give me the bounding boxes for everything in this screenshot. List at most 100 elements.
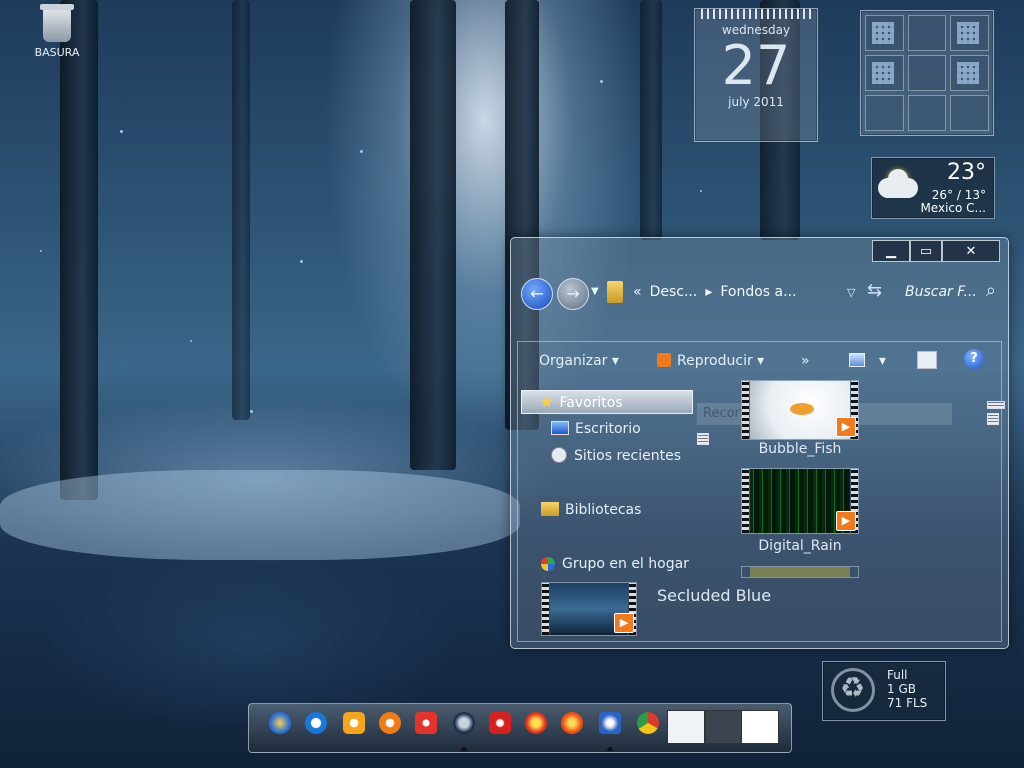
close-button[interactable]: ✕	[942, 240, 1000, 262]
scrollbar-thumb-icon[interactable]	[987, 413, 999, 425]
nav-label: Escritorio	[575, 421, 641, 437]
play-button[interactable]: Reproducir ▾	[657, 353, 764, 369]
grid-cell[interactable]	[950, 95, 989, 131]
grid-cell[interactable]	[950, 15, 989, 51]
trash-icon	[40, 4, 74, 42]
folder-icon	[607, 281, 623, 303]
snow-flake	[250, 410, 253, 413]
nav-item-desktop[interactable]: Escritorio	[521, 418, 641, 440]
window-grid-gadget[interactable]	[860, 10, 994, 136]
dock-app-icon[interactable]	[379, 712, 401, 734]
play-icon: ▶	[614, 613, 634, 633]
search-input[interactable]: Buscar F...	[905, 284, 977, 300]
file-name-digital-rain[interactable]: Digital_Rain	[735, 538, 865, 554]
star-icon: ★	[540, 393, 554, 411]
breadcrumb-item-desktop[interactable]: Desc...	[650, 284, 698, 300]
dock-app-icon[interactable]	[453, 712, 475, 734]
breadcrumb-separator[interactable]: ▸	[705, 284, 712, 300]
chevron-down-icon: ▾	[757, 353, 765, 369]
file-name-bubble-fish[interactable]: Bubble_Fish	[735, 441, 865, 457]
running-indicator-icon	[460, 746, 468, 751]
chevron-down-icon: ▾	[879, 353, 887, 369]
more-commands-button[interactable]: »	[801, 353, 810, 369]
view-options-icon[interactable]	[849, 353, 865, 367]
grid-cell[interactable]	[865, 95, 904, 131]
dock-window-preview[interactable]	[705, 710, 743, 744]
dock-app-icon[interactable]	[561, 712, 583, 734]
command-bar: Organizar ▾ Reproducir ▾ » ▾ ?	[517, 341, 1002, 381]
explorer-window[interactable]: ▁ ▭ ✕ ← → ▼ « Desc... ▸ Fondos a... ▽ ⇆ …	[510, 237, 1009, 649]
view-dropdown-button[interactable]: ▾	[879, 353, 886, 369]
recycle-bin-desktop-icon[interactable]: BASURA	[22, 4, 92, 59]
close-icon: ✕	[965, 243, 977, 259]
grid-cell[interactable]	[907, 95, 947, 131]
calendar-day: 27	[721, 34, 791, 97]
snow-flake	[300, 260, 303, 263]
grid-cell[interactable]	[865, 55, 904, 91]
refresh-icon: ⇆	[867, 280, 883, 301]
file-thumbnail[interactable]: ▶	[541, 582, 637, 636]
grid-cell[interactable]	[907, 15, 947, 51]
search-icon[interactable]: ⌕	[986, 280, 996, 301]
recycle-file-count: 71 FLS	[887, 696, 928, 710]
nav-label: Grupo en el hogar	[562, 556, 689, 572]
help-button[interactable]: ?	[964, 349, 984, 369]
preview-pane-button[interactable]	[917, 351, 937, 369]
help-icon: ?	[970, 351, 978, 366]
dock-app-icon[interactable]	[525, 712, 547, 734]
weather-temperature: 23°	[947, 160, 986, 185]
recycle-bin-label: BASURA	[34, 46, 80, 59]
scrollbar-arrow-icon[interactable]	[987, 401, 1005, 409]
forward-button[interactable]: →	[557, 278, 589, 310]
refresh-button[interactable]: ⇆	[867, 280, 882, 301]
dock-app-icon[interactable]	[637, 712, 659, 734]
recycle-bin-gadget[interactable]: Full 1 GB 71 FLS	[822, 661, 946, 721]
grid-cell[interactable]	[865, 15, 904, 51]
nav-item-recent[interactable]: Sitios recientes	[521, 445, 681, 467]
arrow-right-icon: →	[566, 284, 580, 303]
chevron-down-icon: ▼	[591, 286, 599, 297]
libraries-icon	[541, 502, 559, 516]
dock-app-icon[interactable]	[415, 712, 437, 734]
nav-item-favorites[interactable]: ★ Favoritos	[521, 390, 693, 414]
navigation-bar: ← → ▼ « Desc... ▸ Fondos a... ▽ ⇆ Buscar…	[521, 278, 998, 312]
dock-app-icon[interactable]	[599, 712, 621, 734]
dock-app-icon[interactable]	[269, 712, 291, 734]
snow-flake	[120, 130, 123, 133]
dock-app-icon[interactable]	[489, 712, 511, 734]
breadcrumb-item-fondos[interactable]: Fondos a...	[720, 284, 796, 300]
file-name-secluded-blue[interactable]: Secluded Blue	[657, 586, 771, 605]
thumbnail-image	[750, 567, 850, 577]
tree-trunk	[60, 0, 98, 500]
recycle-size: 1 GB	[887, 682, 916, 696]
breadcrumb-overflow[interactable]: «	[633, 284, 642, 300]
nav-item-libraries[interactable]: Bibliotecas	[521, 499, 641, 521]
nav-item-homegroup[interactable]: Grupo en el hogar	[521, 553, 689, 575]
snow-bank	[0, 470, 520, 560]
dock-window-preview[interactable]	[667, 710, 705, 744]
back-button[interactable]: ←	[521, 278, 553, 310]
file-thumbnail[interactable]: ▶	[741, 380, 859, 440]
maximize-icon: ▭	[919, 243, 933, 259]
maximize-button[interactable]: ▭	[910, 240, 942, 262]
grid-cell[interactable]	[907, 55, 947, 91]
snow-flake	[360, 150, 363, 153]
dock-app-icon[interactable]	[343, 712, 365, 734]
recycle-icon	[831, 668, 875, 712]
grid-layout-icon	[872, 22, 894, 44]
calendar-gadget[interactable]: wednesday 27 july 2011	[694, 8, 818, 142]
organize-button[interactable]: Organizar ▾	[539, 353, 619, 369]
dock-app-icon[interactable]	[305, 712, 327, 734]
splitter-handle-icon[interactable]	[697, 433, 709, 445]
cloud-icon	[878, 169, 918, 198]
dock-window-preview[interactable]	[741, 710, 779, 744]
address-dropdown-button[interactable]: ▽	[847, 286, 855, 299]
tree-trunk	[232, 0, 250, 420]
file-thumbnail[interactable]: ▶	[741, 468, 859, 534]
file-thumbnail[interactable]	[741, 566, 859, 578]
grid-cell[interactable]	[950, 55, 989, 91]
weather-gadget[interactable]: 23° 26° / 13° Mexico C...	[871, 157, 995, 219]
snow-flake	[700, 190, 702, 192]
history-dropdown-button[interactable]: ▼	[591, 286, 599, 297]
minimize-button[interactable]: ▁	[872, 240, 910, 262]
